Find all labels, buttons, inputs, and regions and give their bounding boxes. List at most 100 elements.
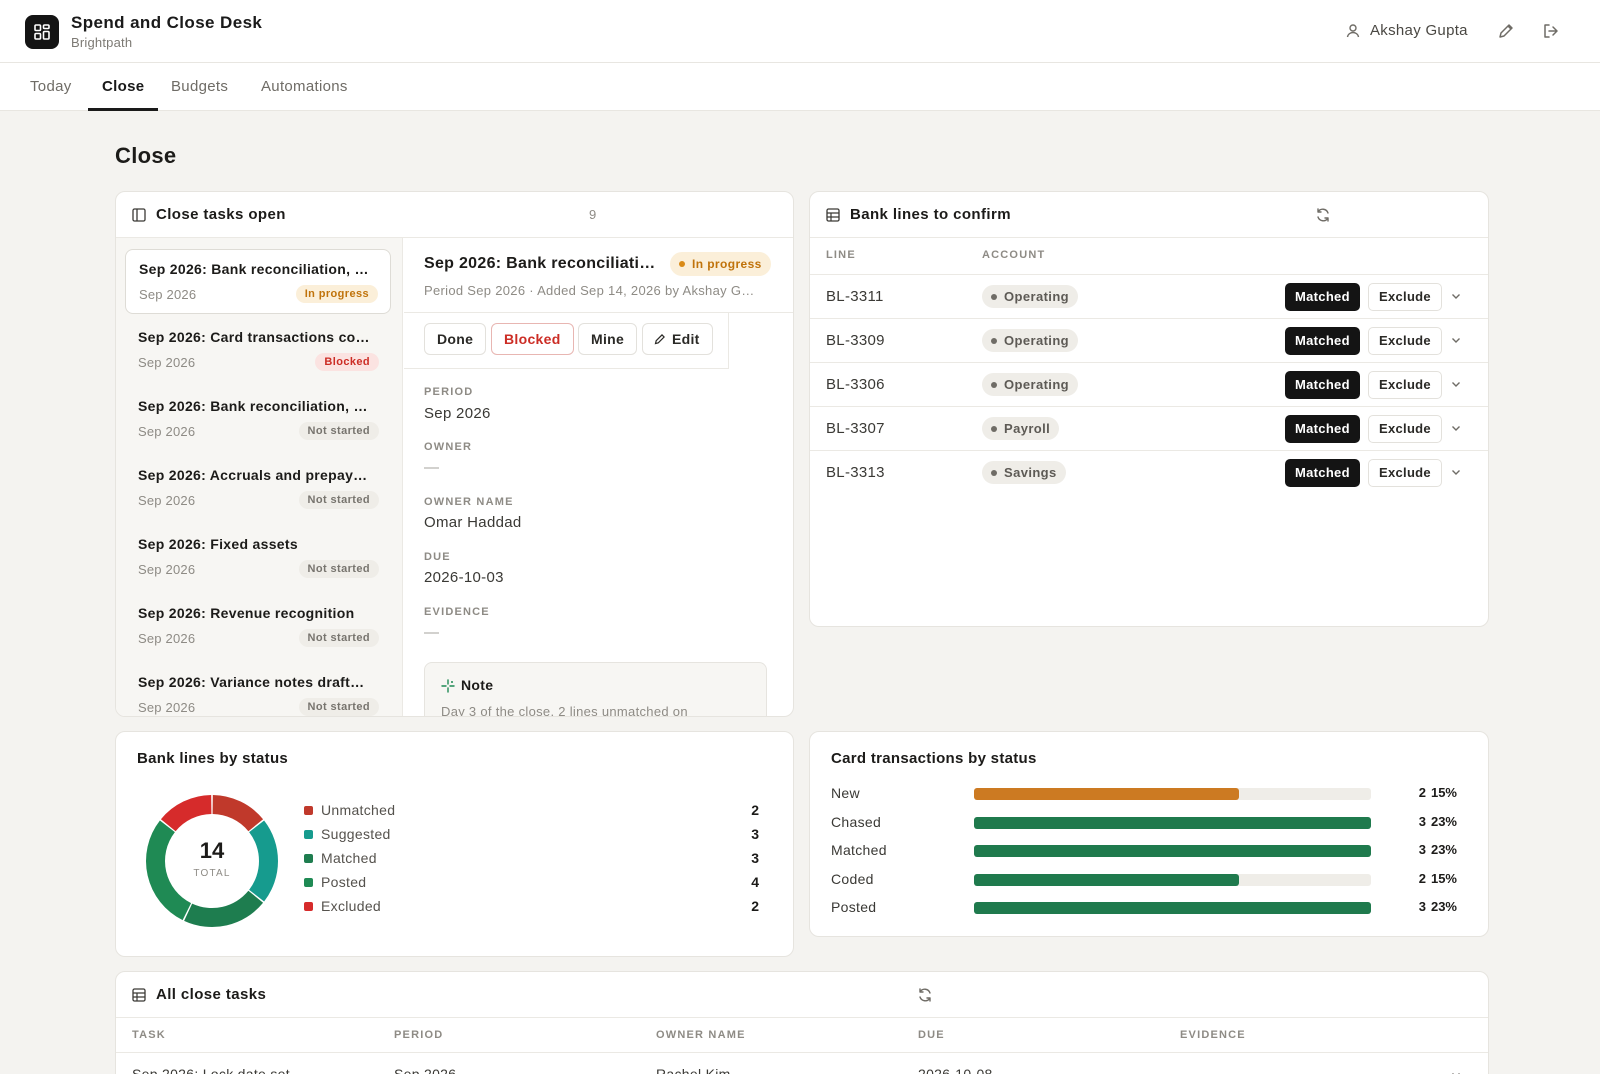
bar-percent: 23% [1430, 899, 1457, 914]
table-row[interactable]: Sep 2026: Lock date set Sep 2026 Rachel … [116, 1052, 1488, 1074]
pencil-icon[interactable] [1497, 22, 1515, 40]
legend-value: 4 [751, 874, 759, 890]
account-badge: Operating [982, 285, 1078, 308]
app-title: Spend and Close Desk [71, 13, 263, 32]
bank-line-id: BL-3307 [826, 420, 885, 437]
task-name: Sep 2026: Fixed assets [138, 536, 298, 552]
task-name: Sep 2026: Bank reconciliation, … [138, 398, 368, 414]
chevron-down-icon[interactable] [1450, 378, 1462, 390]
user-icon [1346, 23, 1360, 37]
legend-value: 3 [751, 850, 759, 866]
logout-icon[interactable] [1542, 22, 1560, 40]
task-item[interactable]: Sep 2026: Card transactions co… Sep 2026… [125, 318, 391, 383]
matched-button[interactable]: Matched [1285, 371, 1360, 399]
bank-lines-header: Bank lines to confirm [810, 192, 1488, 238]
bar-row: Chased 3 23% [810, 814, 1488, 834]
exclude-button[interactable]: Exclude [1368, 283, 1442, 311]
refresh-icon[interactable] [1315, 207, 1331, 223]
edit-button[interactable]: Edit [642, 323, 713, 355]
task-cell: Sep 2026: Lock date set [132, 1066, 290, 1074]
owner-value: — [424, 459, 440, 476]
detail-subtitle: Period Sep 2026 · Added Sep 14, 2026 by … [424, 283, 755, 298]
legend-value: 2 [751, 898, 759, 914]
done-button[interactable]: Done [424, 323, 487, 355]
matched-button[interactable]: Matched [1285, 459, 1360, 487]
bank-lines-card: Bank lines to confirm LINE ACCOUNT BL-33… [809, 191, 1489, 627]
chevron-down-icon[interactable] [1450, 290, 1462, 302]
user-name: Akshay Gupta [1370, 22, 1468, 39]
exclude-button[interactable]: Exclude [1368, 459, 1442, 487]
all-tasks-header: All close tasks [116, 972, 1488, 1018]
user-menu[interactable]: Akshay Gupta [1346, 22, 1468, 39]
evidence-value: — [424, 624, 440, 641]
page-title: Close [115, 143, 177, 168]
legend-item: Matched 3 [304, 850, 759, 868]
bank-line-id: BL-3309 [826, 332, 885, 349]
period-label: PERIOD [424, 386, 474, 398]
status-badge: Blocked [315, 353, 379, 371]
donut-slice-excluded [160, 795, 212, 832]
matched-button[interactable]: Matched [1285, 415, 1360, 443]
matched-button[interactable]: Matched [1285, 283, 1360, 311]
mine-button[interactable]: Mine [578, 323, 638, 355]
due-label: DUE [424, 551, 451, 563]
task-item[interactable]: Sep 2026: Variance notes draft… Sep 2026… [125, 663, 391, 716]
tab-close[interactable]: Close [102, 78, 144, 95]
refresh-icon[interactable] [917, 987, 933, 1003]
period-cell: Sep 2026 [394, 1066, 457, 1074]
bar-percent: 15% [1430, 785, 1457, 800]
bar-value: 3 [1418, 813, 1426, 829]
blocked-button[interactable]: Blocked [491, 323, 574, 355]
note-title: Note [461, 677, 494, 693]
col-task: TASK [132, 1029, 166, 1041]
chevron-down-icon[interactable] [1450, 466, 1462, 478]
task-item[interactable]: Sep 2026: Bank reconciliation, … Sep 202… [125, 387, 391, 452]
bar-row: Posted 3 23% [810, 899, 1488, 919]
task-item[interactable]: Sep 2026: Revenue recognition Sep 2026 N… [125, 594, 391, 659]
close-tasks-title: Close tasks open [156, 206, 286, 223]
col-line: LINE [826, 249, 856, 261]
task-item[interactable]: Sep 2026: Accruals and prepay… Sep 2026 … [125, 456, 391, 521]
col-account: ACCOUNT [982, 249, 1046, 261]
chevron-down-icon[interactable] [1450, 1069, 1462, 1074]
owner-name-cell: Rachel Kim [656, 1066, 731, 1074]
exclude-button[interactable]: Exclude [1368, 415, 1442, 443]
bar-track [974, 788, 1371, 800]
all-tasks-card: All close tasks TASK PERIOD OWNER NAME D… [115, 971, 1489, 1074]
donut-total: 14 [199, 838, 225, 863]
table-row: BL-3306 Operating Matched Exclude [810, 362, 1488, 406]
task-name: Sep 2026: Accruals and prepay… [138, 467, 368, 483]
bar-percent: 23% [1430, 813, 1457, 829]
chevron-down-icon[interactable] [1450, 422, 1462, 434]
task-item[interactable]: Sep 2026: Bank reconciliation, … Sep 202… [125, 249, 391, 314]
dashboard-icon[interactable] [25, 15, 59, 49]
bar-row: Coded 2 15% [810, 871, 1488, 891]
bank-status-title: Bank lines by status [137, 750, 289, 767]
task-name: Sep 2026: Variance notes draft… [138, 674, 365, 690]
bar [974, 816, 1371, 829]
tab-automations[interactable]: Automations [261, 78, 348, 95]
bank-line-id: BL-3311 [826, 288, 884, 305]
table-row: BL-3313 Savings Matched Exclude [810, 450, 1488, 494]
matched-button[interactable]: Matched [1285, 327, 1360, 355]
tab-budgets[interactable]: Budgets [171, 78, 228, 95]
exclude-button[interactable]: Exclude [1368, 327, 1442, 355]
tab-today[interactable]: Today [30, 78, 72, 95]
legend-item: Unmatched 2 [304, 802, 759, 820]
exclude-button[interactable]: Exclude [1368, 371, 1442, 399]
pencil-icon [654, 334, 665, 345]
legend-swatch [304, 830, 313, 839]
task-name: Sep 2026: Bank reconciliation, … [139, 261, 369, 277]
bar-value: 2 [1418, 870, 1426, 886]
task-item[interactable]: Sep 2026: Fixed assets Sep 2026 Not star… [125, 525, 391, 590]
bar-value: 2 [1418, 785, 1426, 800]
legend-item: Excluded 2 [304, 898, 759, 916]
note-box: Note Day 3 of the close. 2 lines unmatch… [424, 662, 767, 716]
close-tasks-card: Close tasks open 9 Sep 2026: Bank reconc… [115, 191, 794, 717]
task-name: Sep 2026: Card transactions co… [138, 329, 370, 345]
task-name: Sep 2026: Revenue recognition [138, 605, 355, 621]
legend-value: 2 [751, 802, 759, 818]
chevron-down-icon[interactable] [1450, 334, 1462, 346]
task-period: Sep 2026 [138, 355, 196, 370]
table-icon [826, 208, 840, 222]
